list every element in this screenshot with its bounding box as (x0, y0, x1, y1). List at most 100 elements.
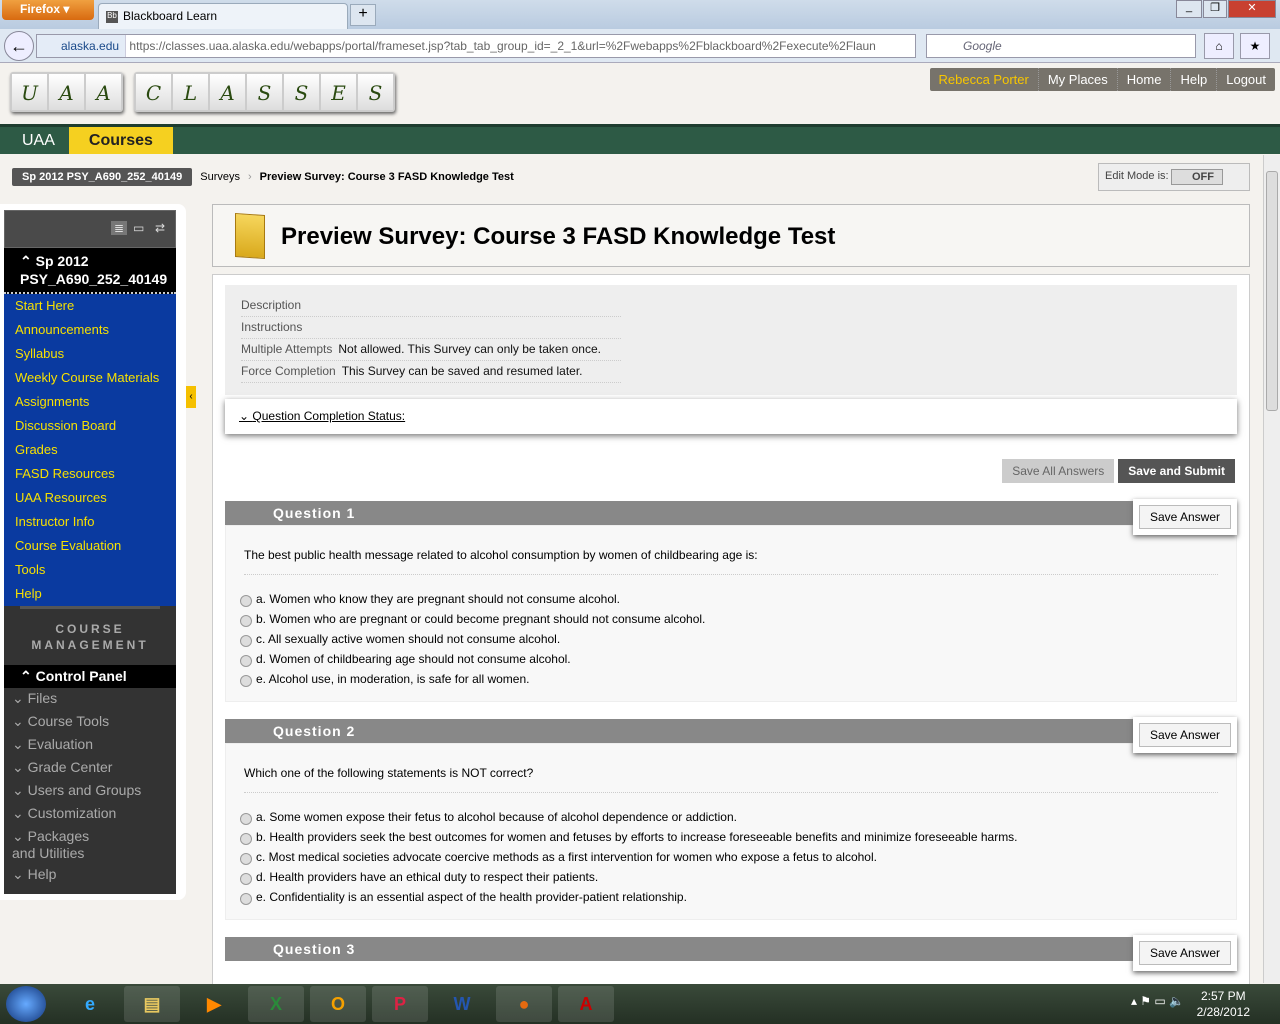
user-nav-logout[interactable]: Logout (1216, 68, 1275, 91)
breadcrumb-course[interactable]: Sp 2012 PSY_A690_252_40149 (12, 168, 193, 186)
collapse-menu-button[interactable]: ‹ (186, 386, 196, 408)
question-1: Question 1 Save Answer The best public hea… (225, 499, 1237, 702)
sidebar-item-assignments[interactable]: Assignments (4, 390, 176, 414)
internet-explorer-icon[interactable]: e (62, 986, 118, 1022)
tray-icons[interactable]: ▴ ⚑ ▭ 🔈 (1131, 994, 1184, 1008)
sidebar-item-course-evaluation[interactable]: Course Evaluation (4, 534, 176, 558)
control-panel-item-grade-center[interactable]: ⌄ Grade Center (4, 757, 176, 780)
restore-button[interactable]: ❐ (1203, 0, 1227, 18)
powerpoint-icon[interactable]: P (372, 986, 428, 1022)
radio-button[interactable] (240, 893, 252, 905)
sidebar-item-fasd-resources[interactable]: FASD Resources (4, 462, 176, 486)
firefox-icon[interactable]: ● (496, 986, 552, 1022)
excel-icon[interactable]: X (248, 986, 304, 1022)
logo-classes[interactable]: CLASSES (134, 72, 395, 112)
radio-button[interactable] (240, 635, 252, 647)
radio-button[interactable] (240, 675, 252, 687)
tab-courses[interactable]: Courses (68, 127, 173, 154)
control-panel-heading[interactable]: ⌃ Control Panel (4, 665, 176, 688)
sidebar-item-discussion-board[interactable]: Discussion Board (4, 414, 176, 438)
answer-option[interactable]: c. Most medical societies advocate coerc… (240, 847, 1218, 867)
url-bar[interactable]: alaska.edu https://classes.uaa.alaska.ed… (36, 34, 916, 58)
answer-option[interactable]: b. Women who are pregnant or could becom… (240, 609, 1218, 629)
site-identity[interactable]: alaska.edu (37, 35, 127, 57)
browser-tab[interactable]: Bb Blackboard Learn (98, 3, 348, 29)
save-answer-button[interactable]: Save Answer (1132, 717, 1237, 753)
control-panel-item-files[interactable]: ⌄ Files (4, 688, 176, 711)
radio-button[interactable] (240, 655, 252, 667)
back-button[interactable]: ← (4, 31, 34, 61)
option-text: a. Women who know they are pregnant shou… (256, 592, 620, 606)
edit-mode-toggle[interactable]: Edit Mode is: OFF (1098, 163, 1250, 191)
answer-option[interactable]: e. Confidentiality is an essential aspec… (240, 887, 1218, 907)
page-scrollbar[interactable] (1263, 155, 1280, 983)
sidebar-item-announcements[interactable]: Announcements (4, 318, 176, 342)
browser-tab-bar: Firefox ▾ Bb Blackboard Learn + _ ❐ ✕ (0, 0, 1280, 29)
answer-option[interactable]: d. Health providers have an ethical duty… (240, 867, 1218, 887)
control-panel-item-customization[interactable]: ⌄ Customization (4, 803, 176, 826)
outlook-icon[interactable]: O (310, 986, 366, 1022)
refresh-icon[interactable]: ⇄ (155, 221, 165, 235)
sidebar-item-help[interactable]: Help (4, 582, 176, 606)
radio-button[interactable] (240, 833, 252, 845)
control-panel-item-packages-and-utilities[interactable]: ⌄ Packages and Utilities (4, 826, 124, 864)
radio-button[interactable] (240, 873, 252, 885)
radio-button[interactable] (240, 813, 252, 825)
minimize-button[interactable]: _ (1176, 0, 1202, 18)
new-tab-button[interactable]: + (350, 4, 376, 26)
question-text: The best public health message related t… (244, 548, 1218, 575)
user-name-link[interactable]: Rebecca Porter (930, 68, 1038, 91)
user-nav-help[interactable]: Help (1170, 68, 1216, 91)
save-all-answers-button[interactable]: Save All Answers (1002, 459, 1115, 483)
word-icon[interactable]: W (434, 986, 490, 1022)
scrollbar-thumb[interactable] (1266, 171, 1278, 411)
radio-button[interactable] (240, 615, 252, 627)
sidebar-item-uaa-resources[interactable]: UAA Resources (4, 486, 176, 510)
answer-option[interactable]: e. Alcohol use, in moderation, is safe f… (240, 669, 1218, 689)
course-title[interactable]: ⌃ Sp 2012 PSY_A690_252_40149 (4, 248, 176, 294)
sidebar-item-instructor-info[interactable]: Instructor Info (4, 510, 176, 534)
answer-option[interactable]: a. Some women expose their fetus to alco… (240, 807, 1218, 827)
edit-mode-value[interactable]: OFF (1171, 169, 1223, 185)
logo-uaa[interactable]: UAA (10, 72, 123, 112)
user-nav-my-places[interactable]: My Places (1037, 68, 1117, 91)
control-panel-item-course-tools[interactable]: ⌄ Course Tools (4, 711, 176, 734)
control-panel-item-help[interactable]: ⌄ Help (4, 864, 176, 887)
save-answer-button[interactable]: Save Answer (1132, 499, 1237, 535)
sidebar-item-syllabus[interactable]: Syllabus (4, 342, 176, 366)
control-panel-item-evaluation[interactable]: ⌄ Evaluation (4, 734, 176, 757)
windows-explorer-icon[interactable]: ▤ (124, 986, 180, 1022)
media-player-icon[interactable]: ▶ (186, 986, 242, 1022)
answer-option[interactable]: d. Women of childbearing age should not … (240, 649, 1218, 669)
clock[interactable]: 2:57 PM 2/28/2012 (1197, 988, 1250, 1020)
save-answer-button[interactable]: Save Answer (1132, 935, 1237, 971)
search-input[interactable]: Google (926, 34, 1196, 58)
user-nav-home[interactable]: Home (1116, 68, 1171, 91)
question-title: Question 1 (225, 501, 1237, 525)
answer-option[interactable]: a. Women who know they are pregnant shou… (240, 589, 1218, 609)
answer-option[interactable]: b. Health providers seek the best outcom… (240, 827, 1218, 847)
save-and-submit-button[interactable]: Save and Submit (1118, 459, 1235, 483)
clock-time: 2:57 PM (1200, 989, 1246, 1003)
breadcrumb-surveys[interactable]: Surveys (200, 171, 240, 183)
acrobat-icon[interactable]: A (558, 986, 614, 1022)
firefox-menu-button[interactable]: Firefox ▾ (2, 0, 94, 20)
radio-button[interactable] (240, 595, 252, 607)
option-text: e. Alcohol use, in moderation, is safe f… (256, 672, 530, 686)
tab-uaa[interactable]: UAA (0, 127, 69, 154)
start-button[interactable] (6, 986, 46, 1022)
control-panel-item-users-and-groups[interactable]: ⌄ Users and Groups (4, 780, 176, 803)
sidebar-item-tools[interactable]: Tools (4, 558, 176, 582)
sidebar-item-grades[interactable]: Grades (4, 438, 176, 462)
radio-button[interactable] (240, 853, 252, 865)
bookmarks-icon[interactable]: ★ (1240, 33, 1270, 59)
sidebar-item-weekly-course-materials[interactable]: Weekly Course Materials (4, 366, 176, 390)
list-view-icon[interactable]: ≣ (111, 221, 128, 235)
question-completion-status[interactable]: ⌄ Question Completion Status: (225, 399, 1237, 434)
answer-option[interactable]: c. All sexually active women should not … (240, 629, 1218, 649)
folder-view-icon[interactable]: ▭ (133, 221, 144, 235)
sidebar-item-start-here[interactable]: Start Here (4, 294, 176, 318)
close-button[interactable]: ✕ (1228, 0, 1276, 18)
home-icon[interactable]: ⌂ (1204, 33, 1234, 59)
logo-letter: S (358, 74, 393, 110)
